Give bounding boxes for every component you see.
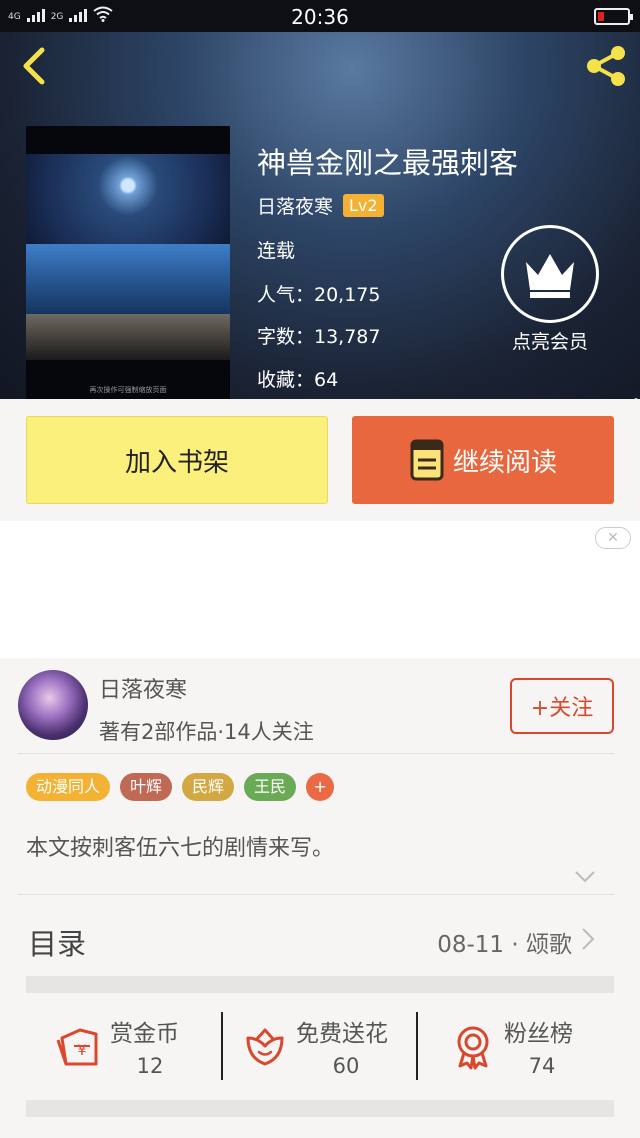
chevron-down-icon[interactable] <box>574 870 596 884</box>
back-button[interactable] <box>14 44 58 88</box>
catalog-title: 目录 <box>28 927 87 961</box>
fan-ranking-label: 粉丝榜 <box>504 1021 573 1047</box>
book-status: 连载 <box>257 240 296 262</box>
share-button[interactable] <box>582 42 630 90</box>
book-author[interactable]: 日落夜寒 <box>257 192 333 219</box>
book-popularity: 人气：20,175 <box>257 284 381 306</box>
free-flower-value: 60 <box>332 1054 360 1078</box>
fan-ranking-value: 74 <box>528 1054 556 1078</box>
follow-button[interactable]: +关注 <box>510 678 614 734</box>
section-separator <box>26 1100 614 1117</box>
book-title: 神兽金刚之最强刺客 <box>257 146 519 180</box>
reward-coin-label: 赏金币 <box>110 1021 179 1047</box>
stats-row: ¥ 赏金币 12 免费送花 60 粉丝榜 74 <box>0 1000 640 1094</box>
tag-4[interactable]: 王民 <box>244 773 297 801</box>
chevron-right-icon <box>582 928 595 950</box>
status-time: 20:36 <box>291 5 349 29</box>
ad-close-button[interactable]: ✕ <box>595 527 631 549</box>
tag-2[interactable]: 叶辉 <box>120 773 173 801</box>
level-badge: Lv2 <box>343 194 384 217</box>
book-summary: 本文按刺客伍六七的剧情来写。 <box>26 836 335 861</box>
reward-coin-icon: ¥ <box>56 1028 98 1066</box>
book-favorites: 收藏：64 <box>257 369 339 391</box>
author-stats: 著有2部作品·14人关注 <box>99 720 314 744</box>
add-to-shelf-button[interactable]: 加入书架 <box>26 416 328 504</box>
cover-foam <box>26 314 230 360</box>
continue-reading-label: 继续阅读 <box>452 447 557 478</box>
book-word-count: 字数：13,787 <box>257 326 381 348</box>
flower-icon <box>246 1028 284 1066</box>
action-bar: 加入书架 继续阅读 <box>0 399 640 521</box>
cover-sea <box>26 244 230 314</box>
author-name[interactable]: 日落夜寒 <box>99 672 187 704</box>
tag-1[interactable]: 动漫同人 <box>26 773 111 801</box>
tag-list: 动漫同人 叶辉 民辉 王民 + <box>26 773 335 801</box>
divider <box>18 753 614 754</box>
tag-3[interactable]: 民辉 <box>182 773 235 801</box>
fan-ranking-stat[interactable]: 粉丝榜 74 <box>450 1014 600 1082</box>
book-header: 再次操作可强制缩放页面 神兽金刚之最强刺客 日落夜寒 Lv2 连载 人气：20,… <box>0 32 640 399</box>
share-icon <box>587 46 625 86</box>
vip-label: 点亮会员 <box>511 331 588 353</box>
reward-coin-stat[interactable]: ¥ 赏金币 12 <box>56 1014 206 1082</box>
book-icon <box>410 439 444 481</box>
cover-caption: 再次操作可强制缩放页面 <box>89 386 167 394</box>
cover-sky <box>26 154 230 244</box>
latest-chapter: 08-11 · 颂歌 <box>437 932 572 958</box>
stat-separator <box>416 1012 418 1080</box>
medal-icon <box>457 1026 489 1070</box>
vip-button[interactable]: 点亮会员 <box>500 225 600 354</box>
catalog-row[interactable]: 目录 08-11 · 颂歌 <box>0 895 640 977</box>
crown-icon <box>526 254 574 298</box>
add-tag-button[interactable]: + <box>306 773 335 801</box>
section-separator <box>26 976 614 993</box>
continue-reading-button[interactable]: 继续阅读 <box>352 416 614 504</box>
stat-separator <box>221 1012 223 1080</box>
avatar[interactable] <box>18 670 88 740</box>
reward-coin-value: 12 <box>136 1054 164 1078</box>
battery-icon <box>594 8 633 25</box>
free-flower-label: 免费送花 <box>296 1021 388 1047</box>
ad-banner[interactable]: ✕ <box>0 521 640 658</box>
chevron-left-icon <box>23 47 45 85</box>
status-bar: 4G 2G 20:36 <box>0 0 640 32</box>
author-row: 日落夜寒 Lv2 <box>257 192 384 219</box>
vip-circle <box>501 225 599 323</box>
book-cover[interactable]: 再次操作可强制缩放页面 <box>26 126 230 399</box>
free-flower-stat[interactable]: 免费送花 60 <box>242 1014 412 1082</box>
